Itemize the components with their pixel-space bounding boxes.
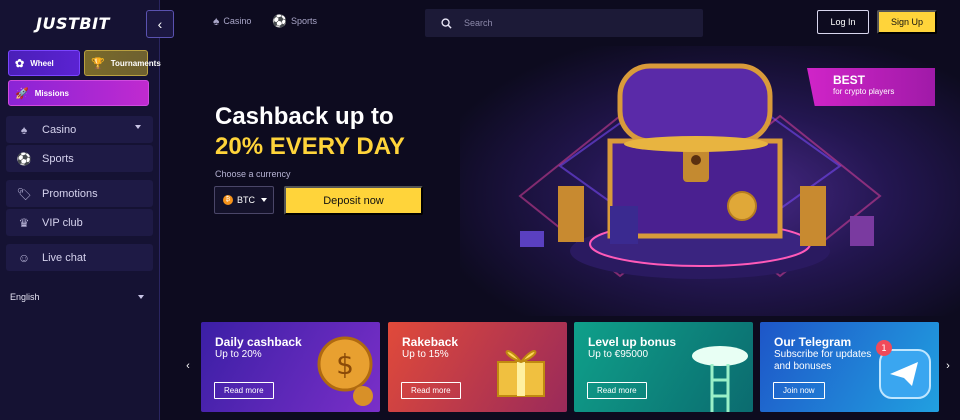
sidebar-item-label: Sports xyxy=(42,152,74,165)
promo-carousel: ‹ $ Daily cashback Up to 20% Read more R… xyxy=(160,322,960,420)
gift-icon xyxy=(497,350,545,397)
currency-label: Choose a currency xyxy=(215,169,291,179)
sidebar-item-label: Promotions xyxy=(42,187,98,200)
tournaments-tile-label: Tournaments xyxy=(110,58,161,68)
rocket-icon: 🚀 xyxy=(15,87,29,100)
cloud-ladder-icon xyxy=(692,346,748,412)
read-more-button[interactable]: Read more xyxy=(401,382,461,399)
svg-text:1: 1 xyxy=(881,344,887,354)
spade-icon: ♠ xyxy=(20,122,28,137)
trophy-icon: 🏆 xyxy=(91,57,105,70)
sidebar-item-label: Live chat xyxy=(42,251,87,264)
promo-card-subtitle: Subscribe for updates and bonuses xyxy=(774,349,872,372)
sidebar-nav: ♠ Casino ⚽ Sports 🏷 Promotions ♛ VIP clu… xyxy=(0,116,159,271)
chevron-down-icon xyxy=(261,198,267,202)
wheel-tile-label: Wheel xyxy=(30,58,54,68)
promo-card-daily-cashback[interactable]: $ Daily cashback Up to 20% Read more xyxy=(201,322,380,412)
language-value: English xyxy=(10,292,40,302)
top-link-sports-label: Sports xyxy=(290,16,317,26)
signup-button[interactable]: Sign Up xyxy=(877,10,937,34)
logo-row: JUSTBIT xyxy=(0,0,159,46)
hero-title-line2: 20% EVERY DAY xyxy=(215,133,405,160)
language-select[interactable]: English xyxy=(10,292,144,302)
coin-icon: $ xyxy=(317,336,373,406)
search-bar xyxy=(425,9,703,37)
chevron-left-icon: ‹ xyxy=(157,16,163,32)
best-badge: BEST for crypto players xyxy=(807,68,935,106)
login-button[interactable]: Log In xyxy=(817,10,869,34)
person-icon: ☺ xyxy=(17,250,31,265)
promo-card-rakeback[interactable]: Rakeback Up to 15% Read more xyxy=(388,322,567,412)
hero-title-line1: Cashback up to xyxy=(215,103,394,130)
bitcoin-icon: ₿ xyxy=(223,195,233,205)
best-badge-subtitle: for crypto players xyxy=(833,87,895,96)
carousel-next-button[interactable]: › xyxy=(938,352,958,380)
crown-icon: ♛ xyxy=(18,215,30,230)
join-now-button[interactable]: Join now xyxy=(773,382,825,399)
missions-tile[interactable]: 🚀 Missions xyxy=(8,80,149,106)
chevron-down-icon xyxy=(138,295,144,299)
hero-title: Cashback up to 20% EVERY DAY xyxy=(215,102,405,162)
svg-text:$: $ xyxy=(336,348,354,381)
search-icon xyxy=(441,17,452,29)
soccer-ball-icon: ⚽ xyxy=(16,151,32,166)
topbar: ♠ Casino ⚽ Sports Log In Sign Up xyxy=(160,0,960,46)
best-badge-title: BEST xyxy=(833,73,866,87)
chevron-right-icon: › xyxy=(946,360,950,372)
wheel-tile[interactable]: ✿ Wheel xyxy=(8,50,80,76)
spade-icon: ♠ xyxy=(213,14,220,28)
read-more-button[interactable]: Read more xyxy=(214,382,274,399)
missions-tile-label: Missions xyxy=(34,88,69,98)
collapse-sidebar-button[interactable]: ‹ xyxy=(146,10,174,38)
carousel-prev-button[interactable]: ‹ xyxy=(178,352,198,380)
sidebar-item-promotions[interactable]: 🏷 Promotions xyxy=(6,180,153,207)
tag-icon: 🏷 xyxy=(16,186,32,201)
telegram-icon: 1 xyxy=(876,340,931,399)
chevron-left-icon: ‹ xyxy=(186,360,190,372)
sidebar-item-sports[interactable]: ⚽ Sports xyxy=(6,145,153,172)
search-input[interactable] xyxy=(464,18,684,28)
sidebar-item-vip-club[interactable]: ♛ VIP club xyxy=(6,209,153,236)
logo[interactable]: JUSTBIT xyxy=(36,14,110,33)
top-link-casino-label: Casino xyxy=(223,16,252,26)
deposit-button[interactable]: Deposit now xyxy=(284,186,423,215)
sidebar: JUSTBIT ✿ Wheel 🏆 Tournaments 🚀 Missions… xyxy=(0,0,161,420)
currency-value: BTC xyxy=(237,195,255,205)
promo-card-level-up-bonus[interactable]: Level up bonus Up to €95000 Read more xyxy=(574,322,753,412)
read-more-button[interactable]: Read more xyxy=(587,382,647,399)
hero-banner: Cashback up to 20% EVERY DAY Choose a cu… xyxy=(160,46,960,316)
soccer-ball-icon: ⚽ xyxy=(272,14,287,28)
sidebar-item-live-chat[interactable]: ☺ Live chat xyxy=(6,244,153,271)
currency-select[interactable]: ₿ BTC xyxy=(214,186,274,214)
promo-tiles: ✿ Wheel 🏆 Tournaments 🚀 Missions xyxy=(0,46,161,106)
wheel-icon: ✿ xyxy=(15,57,25,70)
top-link-sports[interactable]: ⚽ Sports xyxy=(272,14,317,28)
sidebar-item-label: Casino xyxy=(42,123,77,136)
tournaments-tile[interactable]: 🏆 Tournaments xyxy=(84,50,161,76)
top-link-casino[interactable]: ♠ Casino xyxy=(213,14,251,28)
sidebar-item-label: VIP club xyxy=(42,216,83,229)
sidebar-item-casino[interactable]: ♠ Casino xyxy=(6,116,153,143)
promo-card-telegram[interactable]: 1 Our Telegram Subscribe for updates and… xyxy=(760,322,939,412)
chevron-down-icon xyxy=(135,125,141,129)
